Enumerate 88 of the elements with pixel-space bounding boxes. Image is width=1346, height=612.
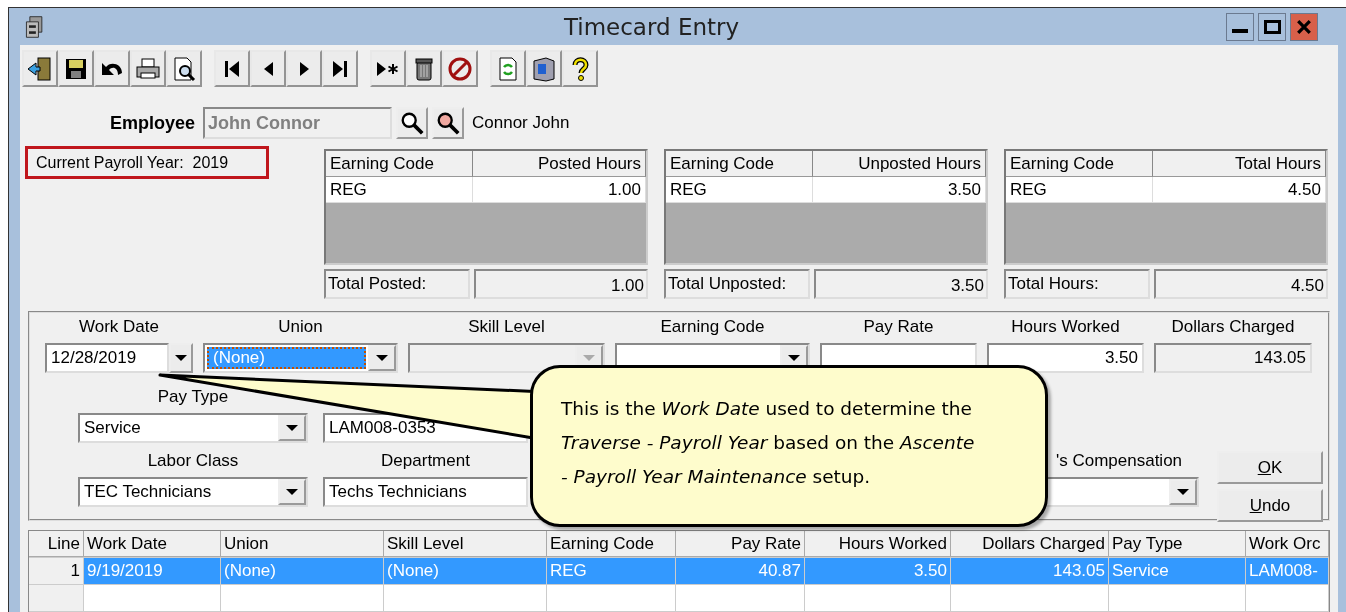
toolbar-button[interactable] [250,50,286,87]
readonly-field: 143.05 [1154,343,1312,373]
table-cell: 3.50 [805,558,951,584]
ok-button[interactable]: OK [1217,451,1323,484]
column-header: Dollars Charged [951,531,1109,557]
column-header: Work Orc [1246,531,1329,557]
toolbar-button[interactable] [370,50,406,87]
field-label: Hours Worked [1011,317,1120,338]
column-header: Pay Type [1109,531,1246,557]
table-cell: 143.05 [951,558,1109,584]
field-label: Dollars Charged [1171,317,1295,338]
close-icon [1295,17,1313,36]
column-header: Earning Code [666,151,813,177]
search-icon [399,110,425,136]
toolbar-button[interactable] [322,50,358,87]
toolbar-button[interactable] [94,50,130,87]
table-cell: 40.87 [676,558,805,584]
table-cell: 4.50 [1153,177,1326,203]
table-row[interactable]: 1 9/19/2019 (None) (None) REG 40.87 3.50 143.05 Service LAM008- [29,558,1329,585]
right-arrow-icon [299,61,309,76]
toolbar-button[interactable] [526,50,562,87]
callout-text: This is the Work Date used to determine the Traverse - Payroll Year based on the Ascente - Payroll Year Maintenance setup. [561,397,976,489]
table-cell: LAM008- [1246,558,1329,584]
input-field[interactable]: 3.50 [987,343,1144,373]
toolbar-button[interactable] [214,50,250,87]
total-label: Total Unposted: [664,269,810,299]
toolbar-button[interactable] [58,50,94,87]
field-label: Pay Rate [863,317,934,338]
toolbar-button[interactable] [562,50,598,87]
toolbar-button[interactable] [166,50,202,87]
table-cell: REG [666,177,813,203]
total-value: 1.00 [474,269,648,299]
total-label: Total Hours: [1004,269,1150,299]
field-label: Skill Level [468,317,545,338]
field-label: Union [278,317,323,338]
dropdown-button[interactable] [169,343,193,373]
field-label: Employee [108,112,195,134]
total-value: 3.50 [814,269,988,299]
column-header: Posted Hours [473,151,646,177]
table-cell: 3.50 [813,177,986,203]
field-label: Work Date [79,317,159,338]
line-number: 1 [29,558,84,584]
table-cell: (None) [221,558,384,584]
field-label: Earning Code [660,317,765,338]
field-label: Pay Type [157,387,229,408]
toolbar-button[interactable] [286,50,322,87]
field-label: 's Compensation [1055,451,1183,472]
door-icon [26,54,54,83]
window-title: Timecard Entry [562,13,741,40]
column-header: Line [29,531,84,557]
toolbar-button[interactable] [406,50,442,87]
toolbar-button[interactable] [130,50,166,87]
table-cell: REG [1006,177,1153,203]
column-header: Earning Code [547,531,676,557]
input-field[interactable]: 12/28/2019 [45,343,169,373]
column-header: Earning Code [1006,151,1153,177]
table-cell: 9/19/2019 [84,558,221,584]
table-cell: REG [547,558,676,584]
book-icon [530,54,558,83]
toolbar-button[interactable] [442,50,478,87]
input-field[interactable]: Techs Technicians [323,477,528,507]
dropdown-field[interactable]: Service [78,413,308,443]
field-label: Department [381,451,470,472]
table-cell: 1.00 [473,177,646,203]
column-header: Union [221,531,384,557]
table-cell: Service [1109,558,1246,584]
payroll-year-label: Current Payroll Year: 2019 [25,146,269,179]
maximize-button[interactable] [1258,12,1286,41]
field-label: Labor Class [147,451,239,472]
toolbar-button[interactable] [22,50,58,87]
column-header: Skill Level [384,531,547,557]
total-label: Total Posted: [324,269,470,299]
column-header: Earning Code [326,151,473,177]
table-cell: REG [326,177,473,203]
total-value: 4.50 [1154,269,1328,299]
column-header: Hours Worked [805,531,951,557]
column-header: Work Date [84,531,221,557]
minimize-button[interactable] [1226,12,1254,41]
dropdown-field[interactable]: TEC Technicians [78,477,308,507]
left-arrow-icon [263,61,273,76]
close-button[interactable] [1290,12,1318,41]
search-icon [435,110,461,136]
employee-name: Connor John [472,113,570,133]
table-cell: (None) [384,558,547,584]
undo-button[interactable]: Undo [1217,489,1323,522]
column-header: Unposted Hours [813,151,986,177]
column-header: Pay Rate [676,531,805,557]
column-header: Total Hours [1153,151,1326,177]
